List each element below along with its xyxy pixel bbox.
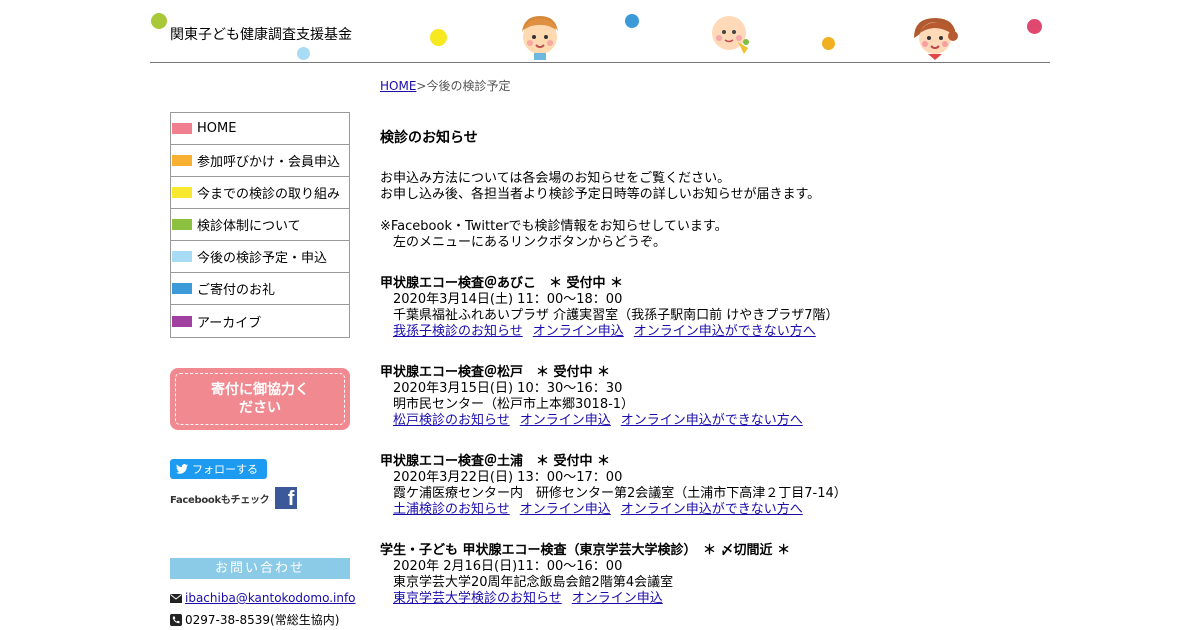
breadcrumb-current: 今後の検診予定 bbox=[426, 79, 511, 93]
event-title: 甲状腺エコー検査＠あびこ ＊ 受付中 ＊ bbox=[380, 276, 624, 291]
online-apply-link[interactable]: オンライン申込 bbox=[520, 413, 611, 428]
menu-color-marker bbox=[172, 251, 192, 262]
menu-item-thanks[interactable]: ご寄付のお礼 bbox=[171, 273, 349, 305]
menu-item-label: ご寄付のお礼 bbox=[197, 283, 276, 298]
facebook-link-label: Facebookもチェック bbox=[170, 494, 270, 506]
intro-text: ※Facebook・Twitterでも検診情報をお知らせしています。 bbox=[380, 219, 728, 234]
header: 関東子ども健康調査支援基金 bbox=[150, 0, 1050, 63]
menu-item-home[interactable]: HOME bbox=[171, 113, 349, 145]
twitter-bird-icon bbox=[176, 464, 188, 474]
menu-item-schedule[interactable]: 今後の検診予定・申込 bbox=[171, 241, 349, 273]
menu-color-marker bbox=[172, 315, 192, 327]
menu-color-marker bbox=[172, 187, 192, 198]
event-date: 2020年3月14日(土) 11：00～18：00 bbox=[393, 292, 623, 307]
contact-email-row: ibachiba@kantokodomo.info bbox=[170, 591, 356, 605]
menu-item-label: アーカイブ bbox=[197, 315, 262, 331]
event-date: 2020年3月15日(日) 10：30～16：30 bbox=[393, 381, 623, 396]
donate-button-frame: 寄付に御協力ください bbox=[175, 373, 345, 425]
event-info-link[interactable]: 松戸検診のお知らせ bbox=[393, 413, 510, 428]
menu-item-system[interactable]: 検診体制について bbox=[171, 209, 349, 241]
event-place: 霞ケ浦医療センター内 研修センター第2会議室（土浦市下高津２丁目7-14） bbox=[393, 486, 847, 501]
menu-item-history[interactable]: 今までの検診の取り組み bbox=[171, 177, 349, 209]
event-links: 東京学芸大学検診のお知らせ オンライン申込 bbox=[393, 591, 673, 607]
event-date: 2020年 2月16日(日)11：00～16：00 bbox=[393, 559, 623, 574]
event-info-link[interactable]: 我孫子検診のお知らせ bbox=[393, 324, 523, 339]
contact-heading: お問い合わせ bbox=[170, 558, 350, 579]
intro-text: お申込み方法については各会場のお知らせをご覧ください。 bbox=[380, 171, 731, 186]
decor-dot bbox=[625, 14, 639, 28]
decor-dot bbox=[430, 29, 447, 46]
twitter-follow-button[interactable]: フォローする bbox=[170, 459, 267, 479]
menu-color-marker bbox=[172, 123, 192, 134]
phone-icon bbox=[170, 613, 182, 626]
contact-phone-row: 0297-38-8539(常総生協内) bbox=[170, 611, 339, 628]
twitter-follow-label: フォローする bbox=[192, 463, 258, 476]
menu-color-marker bbox=[172, 219, 192, 230]
event-info-link[interactable]: 東京学芸大学検診のお知らせ bbox=[393, 591, 562, 606]
site-title[interactable]: 関東子ども健康調査支援基金 bbox=[170, 24, 352, 44]
page-title: 検診のお知らせ bbox=[380, 130, 478, 146]
menu-item-label: 今までの検診の取り組み bbox=[197, 187, 341, 202]
online-apply-link[interactable]: オンライン申込 bbox=[533, 324, 624, 339]
online-apply-link[interactable]: オンライン申込 bbox=[520, 502, 611, 517]
menu-item-join[interactable]: 参加呼びかけ・会員申込 bbox=[171, 145, 349, 177]
offline-apply-link[interactable]: オンライン申込ができない方へ bbox=[634, 324, 816, 339]
menu-color-marker bbox=[172, 283, 192, 294]
facebook-link[interactable]: Facebookもチェック f bbox=[170, 487, 298, 509]
breadcrumb-home-link[interactable]: HOME bbox=[380, 79, 416, 93]
menu-item-label: HOME bbox=[197, 121, 237, 136]
decor-dot bbox=[822, 37, 835, 50]
girl-illustration bbox=[914, 18, 958, 60]
intro-text: お申し込み後、各担当者より検診予定日時等の詳しいお知らせが届きます。 bbox=[380, 187, 821, 202]
offline-apply-link[interactable]: オンライン申込ができない方へ bbox=[621, 413, 803, 428]
decor-dot bbox=[1027, 19, 1042, 34]
contact-email-link[interactable]: ibachiba@kantokodomo.info bbox=[185, 591, 356, 605]
facebook-icon: f bbox=[275, 487, 298, 509]
event-links: 土浦検診のお知らせ オンライン申込 オンライン申込ができない方へ bbox=[393, 502, 813, 518]
event-place: 東京学芸大学20周年記念飯島会館2階第4会議室 bbox=[393, 575, 674, 590]
offline-apply-link[interactable]: オンライン申込ができない方へ bbox=[621, 502, 803, 517]
envelope-icon bbox=[170, 593, 182, 603]
event-place: 明市民センター（松戸市上本郷3018-1） bbox=[393, 397, 635, 412]
event-info-link[interactable]: 土浦検診のお知らせ bbox=[393, 502, 510, 517]
donate-button-label: 寄付に御協力ください bbox=[211, 382, 309, 416]
donate-button[interactable]: 寄付に御協力ください bbox=[170, 368, 350, 430]
event-title: 甲状腺エコー検査＠土浦 ＊ 受付中 ＊ bbox=[380, 454, 611, 469]
event-links: 我孫子検診のお知らせ オンライン申込 オンライン申込ができない方へ bbox=[393, 324, 826, 340]
event-place: 千葉県福祉ふれあいプラザ 介護実習室（我孫子駅南口前 けやきプラザ7階） bbox=[393, 308, 839, 323]
event-date: 2020年3月22日(日) 13：00～17：00 bbox=[393, 470, 623, 485]
event-title: 甲状腺エコー検査＠松戸 ＊ 受付中 ＊ bbox=[380, 365, 611, 380]
event-title: 学生・子ども 甲状腺エコー検査（東京学芸大学検診） ＊ 〆切間近 ＊ bbox=[380, 543, 791, 558]
baby-illustration bbox=[712, 16, 749, 54]
online-apply-link[interactable]: オンライン申込 bbox=[572, 591, 663, 606]
menu-color-marker bbox=[172, 155, 192, 166]
intro-text: 左のメニューにあるリンクボタンからどうぞ。 bbox=[393, 235, 667, 250]
menu-item-label: 検診体制について bbox=[197, 219, 301, 234]
child-illustration bbox=[522, 16, 558, 60]
decor-dot bbox=[297, 47, 310, 60]
event-links: 松戸検診のお知らせ オンライン申込 オンライン申込ができない方へ bbox=[393, 413, 813, 429]
sidebar-menu: HOME 参加呼びかけ・会員申込 今までの検診の取り組み 検診体制について 今後… bbox=[170, 112, 350, 338]
breadcrumb-separator: > bbox=[416, 79, 427, 93]
menu-item-archive[interactable]: アーカイブ bbox=[171, 305, 349, 337]
contact-phone: 0297-38-8539(常総生協内) bbox=[185, 613, 340, 627]
breadcrumb: HOME>今後の検診予定 bbox=[380, 77, 510, 94]
menu-item-label: 今後の検診予定・申込 bbox=[197, 251, 328, 266]
menu-item-label: 参加呼びかけ・会員申込 bbox=[197, 155, 341, 170]
decor-dot bbox=[151, 13, 167, 29]
